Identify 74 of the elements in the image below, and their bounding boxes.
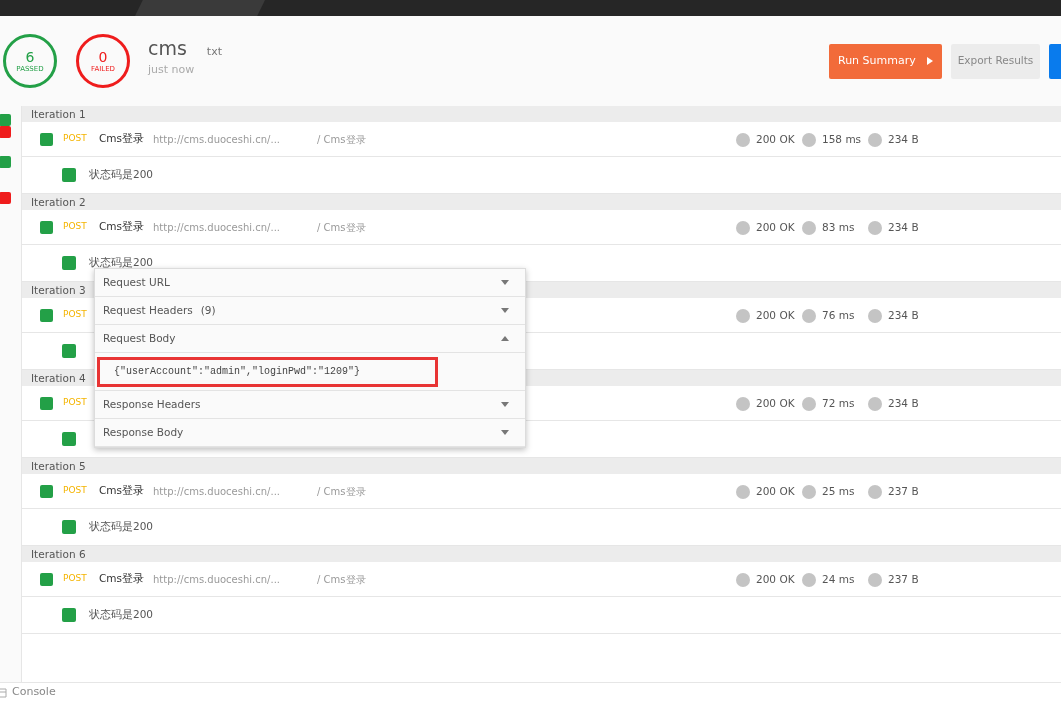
status-square bbox=[40, 484, 53, 498]
response-time: 83 ms bbox=[822, 220, 856, 235]
request-url: http://cms.duoceshi.cn/... bbox=[153, 484, 281, 499]
test-name: 状态码是200 bbox=[89, 167, 154, 183]
section-title: Request Headers bbox=[103, 302, 193, 318]
count-text: 0 bbox=[98, 48, 108, 65]
test-name: 状态码是200 bbox=[89, 607, 154, 623]
response-time: 25 ms bbox=[822, 484, 856, 499]
folder-path: / Cms登录 bbox=[317, 132, 366, 147]
iteration-header: Iteration 6 bbox=[22, 546, 1061, 562]
status-code: 200 OK bbox=[756, 396, 796, 411]
response-size: 234 B bbox=[888, 396, 919, 411]
console-icon bbox=[0, 687, 7, 698]
header-count: (9) bbox=[200, 302, 216, 318]
method-label: POST bbox=[63, 484, 88, 498]
collapse-icon bbox=[501, 336, 509, 341]
caret-icon bbox=[927, 57, 933, 65]
folder-path: / Cms登录 bbox=[317, 572, 366, 587]
expand-icon bbox=[501, 402, 509, 407]
request-url: http://cms.duoceshi.cn/... bbox=[153, 572, 281, 587]
run-time: just now bbox=[148, 62, 196, 78]
request-name: Cms登录 bbox=[99, 219, 145, 235]
partial-button[interactable] bbox=[1049, 43, 1061, 79]
status-square bbox=[40, 396, 53, 410]
section-header[interactable]: Request URL bbox=[95, 269, 525, 297]
response-size: 237 B bbox=[888, 572, 919, 587]
response-time: 72 ms bbox=[822, 396, 856, 411]
file-type: txt bbox=[206, 43, 222, 60]
status-square bbox=[40, 132, 53, 146]
response-time: 24 ms bbox=[822, 572, 856, 587]
status-code: 200 OK bbox=[756, 484, 796, 499]
section-header[interactable]: Response Headers bbox=[95, 391, 525, 419]
method-label: POST bbox=[63, 396, 88, 410]
count-text: 6 bbox=[25, 48, 35, 65]
test-name: 状态码是200 bbox=[89, 255, 154, 271]
response-size: 234 B bbox=[888, 132, 919, 147]
expand-icon bbox=[501, 430, 509, 435]
status-square bbox=[40, 220, 53, 234]
status-code: 200 OK bbox=[756, 220, 796, 235]
section-header[interactable]: Request Body bbox=[95, 325, 525, 353]
response-time: 76 ms bbox=[822, 308, 856, 323]
method-label: POST bbox=[63, 572, 88, 586]
folder-path: / Cms登录 bbox=[317, 484, 366, 499]
method-label: POST bbox=[63, 220, 88, 234]
section-title: Request Body bbox=[103, 330, 176, 346]
status-code: 200 OK bbox=[756, 572, 796, 587]
iteration-header: Iteration 5 bbox=[22, 458, 1061, 474]
method-label: POST bbox=[63, 308, 88, 322]
method-label: POST bbox=[63, 132, 88, 146]
iteration-header: Iteration 2 bbox=[22, 194, 1061, 210]
section-title: Response Headers bbox=[103, 396, 201, 412]
status-code: 200 OK bbox=[756, 132, 796, 147]
response-time: 158 ms bbox=[822, 132, 862, 147]
request-name: Cms登录 bbox=[99, 571, 145, 587]
collection-name: cms bbox=[148, 35, 187, 61]
status-code: 200 OK bbox=[756, 308, 796, 323]
console-toggle[interactable]: Console bbox=[12, 684, 56, 701]
expand-icon bbox=[501, 308, 509, 313]
request-name: Cms登录 bbox=[99, 131, 145, 147]
status-square bbox=[40, 572, 53, 586]
section-header[interactable]: Request Headers (9) bbox=[95, 297, 525, 325]
folder-path: / Cms登录 bbox=[317, 220, 366, 235]
request-url: http://cms.duoceshi.cn/... bbox=[153, 132, 281, 147]
response-size: 234 B bbox=[888, 308, 919, 323]
response-size: 234 B bbox=[888, 220, 919, 235]
status-square bbox=[40, 308, 53, 322]
test-name: 状态码是200 bbox=[89, 519, 154, 535]
section-title: Response Body bbox=[103, 424, 184, 440]
response-size: 237 B bbox=[888, 484, 919, 499]
request-name: Cms登录 bbox=[99, 483, 145, 499]
expand-icon bbox=[501, 280, 509, 285]
iteration-header: Iteration 1 bbox=[22, 106, 1061, 122]
section-header[interactable]: Response Body bbox=[95, 419, 525, 447]
request-url: http://cms.duoceshi.cn/... bbox=[153, 220, 281, 235]
